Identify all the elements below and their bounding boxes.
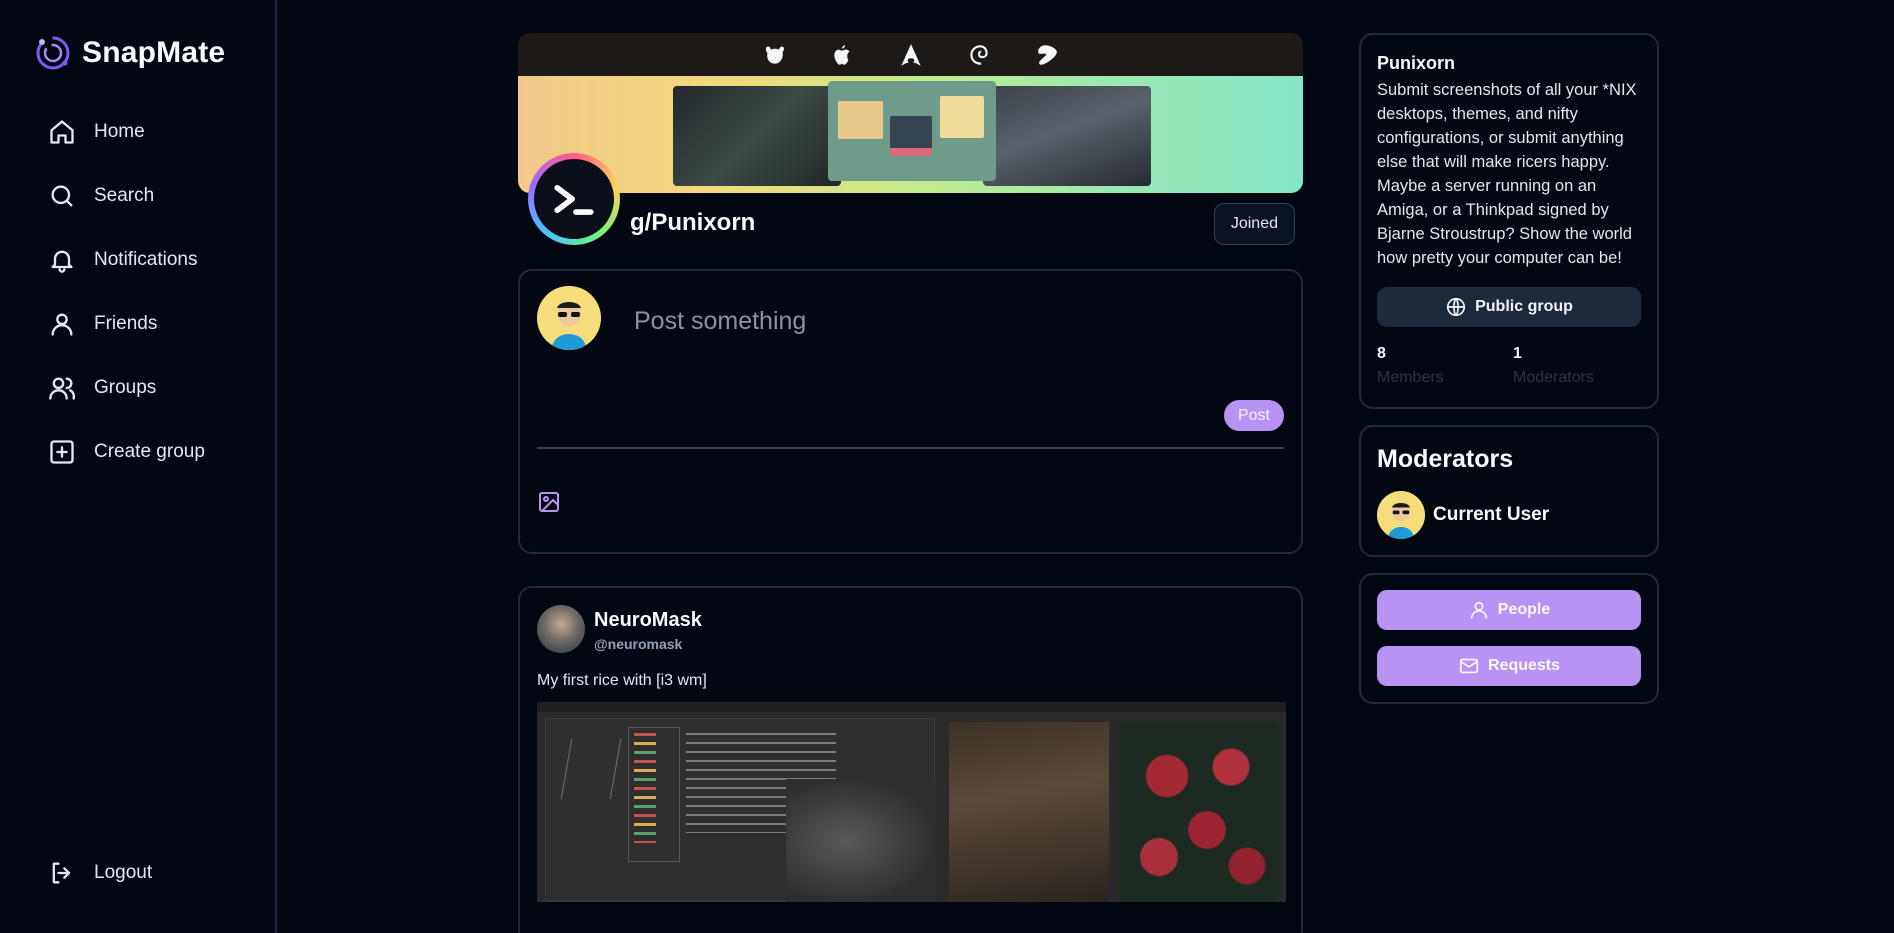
- nav-item-groups[interactable]: Groups: [48, 368, 156, 408]
- post-image[interactable]: [537, 702, 1286, 902]
- moderators-stat[interactable]: 1 Moderators: [1513, 345, 1594, 387]
- post-author-avatar[interactable]: [537, 605, 585, 653]
- requests-button[interactable]: Requests: [1377, 646, 1641, 686]
- nav-item-friends[interactable]: Friends: [48, 304, 157, 344]
- brand[interactable]: SnapMate: [32, 32, 225, 74]
- nav-label-groups: Groups: [94, 377, 157, 398]
- sidebar: SnapMate Home Search Notifications Frien…: [0, 0, 277, 933]
- moderator-item[interactable]: Current User: [1377, 491, 1549, 539]
- arch-icon: [896, 40, 926, 70]
- app-root: SnapMate Home Search Notifications Frien…: [0, 0, 1894, 933]
- group-title: g/Punixorn: [630, 209, 756, 236]
- about-group-name: Punixorn: [1377, 53, 1456, 73]
- nav-label-friends: Friends: [94, 313, 158, 334]
- home-icon: [50, 120, 74, 144]
- post-author-handle[interactable]: @neuromask: [594, 636, 682, 652]
- gentoo-icon: [1032, 40, 1062, 70]
- logo-icon: [36, 36, 70, 70]
- logout-button[interactable]: Logout: [48, 853, 152, 893]
- post-input[interactable]: Post something: [634, 307, 806, 336]
- group-actions-card: People Requests: [1359, 573, 1659, 704]
- joined-button[interactable]: Joined: [1213, 203, 1295, 245]
- screenshot-photo-roses: [1119, 722, 1279, 902]
- os-icon-bar: [518, 33, 1303, 76]
- moderators-card: Moderators Current User: [1359, 425, 1659, 557]
- screenshot-topbar: [537, 702, 1286, 712]
- terminal-icon: [554, 185, 594, 215]
- moderator-avatar: [1377, 491, 1425, 539]
- post-text: My first rice with [i3 wm]: [537, 672, 707, 689]
- nav-item-create-group[interactable]: Create group: [48, 432, 205, 472]
- group-avatar: [528, 153, 620, 245]
- debian-icon: [964, 40, 994, 70]
- current-user-avatar: [537, 286, 601, 350]
- people-label: People: [1497, 601, 1551, 618]
- bell-icon: [51, 250, 73, 273]
- post-composer: Post something Post: [518, 269, 1303, 554]
- members-stat[interactable]: 8 Members: [1377, 345, 1444, 387]
- composer-divider: [537, 447, 1284, 449]
- nav-label-create-group: Create group: [94, 441, 205, 462]
- brand-name: SnapMate: [82, 36, 226, 69]
- post-author-name[interactable]: NeuroMask: [594, 609, 702, 632]
- moderators-label: Moderators: [1513, 369, 1594, 386]
- requests-label: Requests: [1487, 657, 1561, 674]
- logout-label: Logout: [94, 862, 153, 883]
- nav-label-search: Search: [94, 185, 155, 206]
- image-upload-icon[interactable]: [537, 490, 561, 514]
- nav-item-home[interactable]: Home: [48, 112, 145, 152]
- users-icon: [49, 377, 76, 400]
- members-count: 8: [1377, 345, 1386, 362]
- moderators-title: Moderators: [1377, 445, 1514, 473]
- moderator-name: Current User: [1433, 504, 1550, 525]
- post-card: NeuroMask @neuromask My first rice with …: [518, 586, 1303, 933]
- moderators-count: 1: [1513, 345, 1522, 362]
- user-icon: [1470, 601, 1487, 619]
- screenshot-photo-1: [949, 722, 1109, 902]
- about-description: Submit screenshots of all your *NIX desk…: [1377, 81, 1637, 267]
- nav-label-notifications: Notifications: [94, 249, 198, 270]
- public-group-label: Public group: [1475, 298, 1573, 315]
- banner-screenshot-2: [828, 81, 996, 181]
- freebsd-icon: [760, 40, 790, 70]
- post-button[interactable]: Post: [1223, 400, 1284, 431]
- banner-screenshot-3: [983, 86, 1151, 186]
- group-header: g/Punixorn Joined: [518, 33, 1303, 245]
- nav-item-notifications[interactable]: Notifications: [48, 240, 198, 280]
- banner-screenshot-1: [673, 86, 841, 186]
- user-icon: [51, 313, 73, 336]
- people-button[interactable]: People: [1377, 590, 1641, 630]
- screenshot-terminal: [545, 718, 936, 902]
- group-banner: [518, 76, 1303, 193]
- public-group-button[interactable]: Public group: [1377, 287, 1641, 327]
- plus-square-icon: [50, 440, 74, 464]
- nav-item-search[interactable]: Search: [48, 176, 154, 216]
- globe-icon: [1447, 297, 1466, 317]
- search-icon: [51, 185, 73, 207]
- members-label: Members: [1377, 369, 1444, 386]
- apple-icon: [828, 40, 858, 70]
- nav-label-home: Home: [94, 121, 145, 142]
- logout-icon: [52, 862, 71, 884]
- mail-icon: [1459, 658, 1479, 674]
- group-about-card: Punixorn Submit screenshots of all your …: [1359, 33, 1659, 409]
